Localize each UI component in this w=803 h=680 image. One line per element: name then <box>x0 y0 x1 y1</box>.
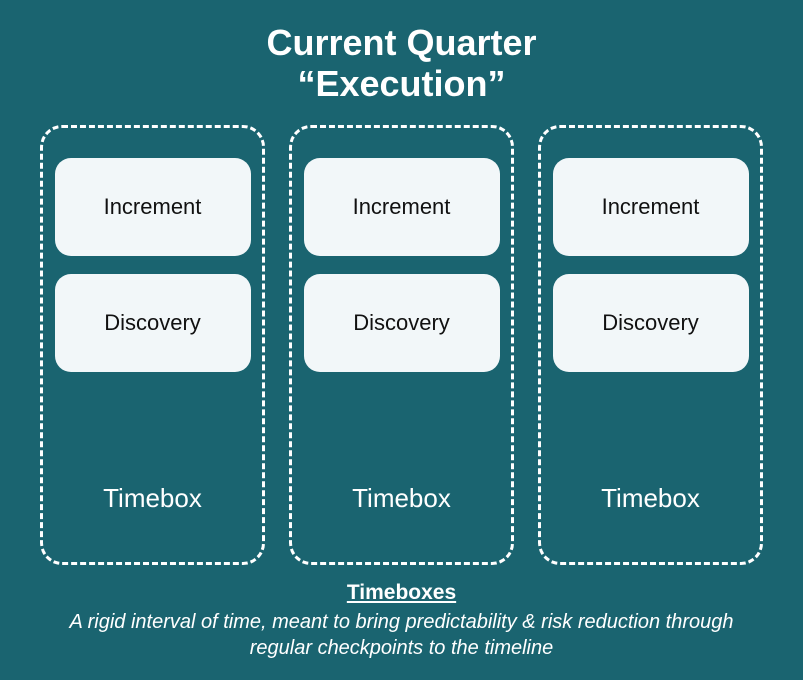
increment-card: Increment <box>55 158 251 256</box>
discovery-label: Discovery <box>602 310 699 336</box>
timebox-columns: Increment Discovery Timebox Increment Di… <box>30 125 773 565</box>
discovery-card: Discovery <box>553 274 749 372</box>
timebox-column: Increment Discovery Timebox <box>289 125 514 565</box>
timebox-label: Timebox <box>601 483 700 514</box>
timebox-column: Increment Discovery Timebox <box>40 125 265 565</box>
increment-label: Increment <box>602 194 700 220</box>
increment-card: Increment <box>304 158 500 256</box>
timebox-label: Timebox <box>352 483 451 514</box>
discovery-card: Discovery <box>55 274 251 372</box>
footer-heading: Timeboxes <box>48 581 755 605</box>
increment-card: Increment <box>553 158 749 256</box>
footer-description: A rigid interval of time, meant to bring… <box>48 609 755 661</box>
timebox-label: Timebox <box>103 483 202 514</box>
diagram-title: Current Quarter “Execution” <box>266 22 536 105</box>
title-line-1: Current Quarter <box>266 22 536 63</box>
increment-label: Increment <box>353 194 451 220</box>
footer: Timeboxes A rigid interval of time, mean… <box>30 581 773 661</box>
title-line-2: “Execution” <box>266 63 536 104</box>
increment-label: Increment <box>104 194 202 220</box>
discovery-label: Discovery <box>353 310 450 336</box>
timebox-column: Increment Discovery Timebox <box>538 125 763 565</box>
discovery-card: Discovery <box>304 274 500 372</box>
discovery-label: Discovery <box>104 310 201 336</box>
